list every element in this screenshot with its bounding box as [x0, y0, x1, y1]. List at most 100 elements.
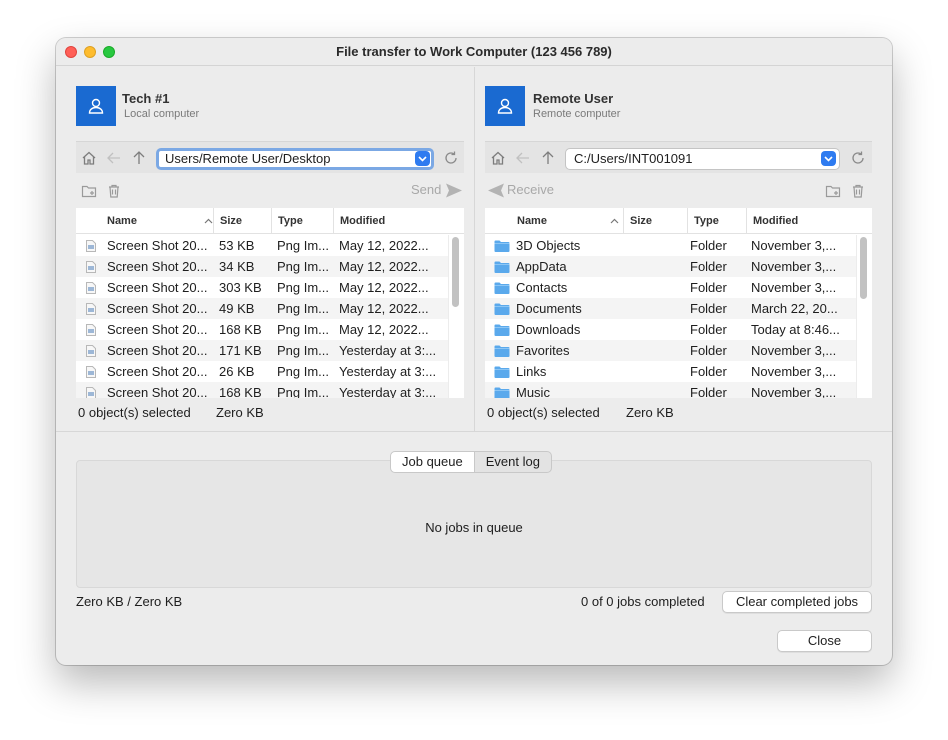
minimize-window-button[interactable]	[84, 46, 96, 58]
refresh-icon[interactable]	[443, 150, 459, 166]
send-label[interactable]: Send	[411, 182, 441, 197]
file-type: Folder	[690, 301, 727, 316]
local-path-text: Users/Remote User/Desktop	[165, 151, 331, 166]
file-name: AppData	[516, 259, 567, 274]
file-modified: March 22, 20...	[751, 301, 838, 316]
title-bar: File transfer to Work Computer (123 456 …	[56, 38, 892, 66]
remote-nav-bar: C:/Users/INT001091	[485, 141, 872, 173]
file-modified: November 3,...	[751, 259, 837, 274]
back-arrow-icon[interactable]	[515, 150, 531, 166]
tab-job-queue[interactable]: Job queue	[390, 451, 475, 473]
file-name: Screen Shot 20...	[107, 385, 208, 398]
file-name: Screen Shot 20...	[107, 364, 208, 379]
close-window-button[interactable]	[65, 46, 77, 58]
file-type: Folder	[690, 364, 727, 379]
local-col-name[interactable]: Name	[101, 208, 217, 234]
remote-col-name[interactable]: Name	[511, 208, 623, 234]
table-row[interactable]: Screen Shot 20... 303 KB Png Im... May 12, …	[76, 277, 448, 298]
trash-icon[interactable]	[850, 183, 866, 199]
file-name: Documents	[516, 301, 582, 316]
folder-icon	[494, 282, 510, 294]
image-file-icon	[86, 324, 96, 336]
table-row[interactable]: 3D Objects Folder November 3,...	[485, 235, 856, 256]
receive-label[interactable]: Receive	[507, 182, 554, 197]
table-row[interactable]: Contacts Folder November 3,...	[485, 277, 856, 298]
table-row[interactable]: Downloads Folder Today at 8:46...	[485, 319, 856, 340]
local-scrollbar[interactable]	[448, 235, 462, 398]
table-row[interactable]: Screen Shot 20... 168 KB Png Im... Yesterda…	[76, 382, 448, 398]
file-modified: May 12, 2022...	[339, 280, 429, 295]
new-folder-icon[interactable]	[825, 183, 841, 199]
file-name: Screen Shot 20...	[107, 343, 208, 358]
local-selection-count: 0 object(s) selected	[78, 405, 191, 420]
table-row[interactable]: Screen Shot 20... 34 KB Png Im... May 12, 2…	[76, 256, 448, 277]
table-row[interactable]: AppData Folder November 3,...	[485, 256, 856, 277]
file-type: Png Im...	[277, 280, 330, 295]
remote-col-size[interactable]: Size	[623, 208, 687, 234]
back-arrow-icon[interactable]	[106, 150, 122, 166]
home-icon[interactable]	[81, 150, 97, 166]
local-file-table: Name Size Type Modified Screen Shot 20..…	[76, 208, 464, 398]
file-modified: November 3,...	[751, 364, 837, 379]
maximize-window-button[interactable]	[103, 46, 115, 58]
table-row[interactable]: Screen Shot 20... 26 KB Png Im... Yesterday…	[76, 361, 448, 382]
file-modified: May 12, 2022...	[339, 238, 429, 253]
file-type: Folder	[690, 385, 727, 398]
folder-icon	[494, 261, 510, 273]
refresh-icon[interactable]	[850, 150, 866, 166]
file-modified: November 3,...	[751, 238, 837, 253]
file-size: 171 KB	[219, 343, 262, 358]
table-row[interactable]: Screen Shot 20... 171 KB Png Im... Yesterda…	[76, 340, 448, 361]
table-row[interactable]: Documents Folder March 22, 20...	[485, 298, 856, 319]
table-row[interactable]: Favorites Folder November 3,...	[485, 340, 856, 361]
local-col-type[interactable]: Type	[271, 208, 333, 234]
file-size: 168 KB	[219, 385, 262, 398]
file-type: Png Im...	[277, 322, 330, 337]
local-pane-title: Tech #1	[122, 91, 170, 106]
send-arrow-icon[interactable]	[445, 182, 463, 199]
home-icon[interactable]	[490, 150, 506, 166]
up-arrow-icon[interactable]	[131, 150, 147, 166]
sort-ascending-icon	[204, 218, 213, 224]
receive-arrow-icon[interactable]	[487, 182, 505, 199]
remote-pane-subtitle: Remote computer	[533, 108, 621, 120]
file-type: Folder	[690, 259, 727, 274]
new-folder-icon[interactable]	[81, 183, 97, 199]
file-name: Downloads	[516, 322, 581, 337]
trash-icon[interactable]	[106, 183, 122, 199]
tab-event-log[interactable]: Event log	[474, 451, 552, 473]
file-size: 53 KB	[219, 238, 255, 253]
local-col-modified[interactable]: Modified	[333, 208, 450, 234]
local-nav-bar: Users/Remote User/Desktop	[76, 141, 464, 173]
remote-selection-count: 0 object(s) selected	[487, 405, 600, 420]
chevron-down-icon[interactable]	[821, 151, 836, 166]
clear-completed-jobs-button[interactable]: Clear completed jobs	[722, 591, 872, 613]
image-file-icon	[86, 261, 96, 273]
file-type: Folder	[690, 322, 727, 337]
table-row[interactable]: Screen Shot 20... 53 KB Png Im... May 12, 2…	[76, 235, 448, 256]
file-type: Folder	[690, 343, 727, 358]
remote-col-type[interactable]: Type	[687, 208, 746, 234]
folder-icon	[494, 387, 510, 398]
up-arrow-icon[interactable]	[540, 150, 556, 166]
local-col-size[interactable]: Size	[213, 208, 271, 234]
close-button[interactable]: Close	[777, 630, 872, 652]
jobs-completed-count: 0 of 0 jobs completed	[581, 594, 705, 609]
chevron-down-icon[interactable]	[415, 151, 430, 166]
table-row[interactable]: Screen Shot 20... 49 KB Png Im... May 12, 2…	[76, 298, 448, 319]
local-scroll-thumb[interactable]	[452, 237, 459, 307]
file-modified: May 12, 2022...	[339, 259, 429, 274]
remote-path-field[interactable]: C:/Users/INT001091	[565, 148, 840, 170]
remote-scroll-thumb[interactable]	[860, 237, 867, 299]
table-row[interactable]: Screen Shot 20... 168 KB Png Im... May 12, …	[76, 319, 448, 340]
folder-icon	[494, 303, 510, 315]
table-row[interactable]: Links Folder November 3,...	[485, 361, 856, 382]
local-path-field[interactable]: Users/Remote User/Desktop	[156, 148, 434, 170]
file-size: 303 KB	[219, 280, 262, 295]
remote-col-modified[interactable]: Modified	[746, 208, 856, 234]
table-row[interactable]: Music Folder November 3,...	[485, 382, 856, 398]
image-file-icon	[86, 303, 96, 315]
file-type: Folder	[690, 280, 727, 295]
remote-selection-size: Zero KB	[626, 405, 674, 420]
remote-scrollbar[interactable]	[856, 235, 870, 398]
